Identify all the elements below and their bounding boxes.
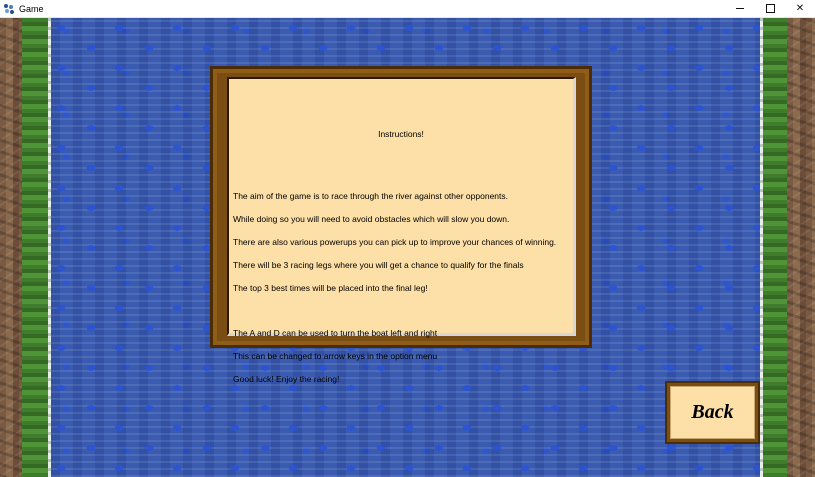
title-bar: Game ✕ [0,0,815,18]
left-grass-strip [22,18,48,477]
instructions-title: Instructions! [378,129,424,139]
instruction-line: The A and D can be used to turn the boat… [233,328,438,339]
instructions-body: The aim of the game is to race through t… [233,180,578,397]
right-grass-strip [763,18,787,477]
instruction-line: While doing so you will need to avoid ob… [233,214,510,225]
instruction-line: Good luck! Enjoy the racing! [233,373,340,384]
minimize-icon [736,8,744,9]
instruction-line: There are also various powerups you can … [233,237,557,248]
close-icon: ✕ [795,3,805,14]
maximize-button[interactable] [755,0,785,18]
minimize-button[interactable] [725,0,755,18]
back-button-label: Back [670,386,755,439]
instructions-frame: Instructions! The aim of the game is to … [210,66,592,384]
instructions-panel: Instructions! The aim of the game is to … [227,77,576,384]
instruction-line: There will be 3 racing legs where you wi… [233,259,524,270]
back-button[interactable]: Back [665,381,760,444]
instruction-line: This can be changed to arrow keys in the… [233,351,438,362]
game-window: Game ✕ Instructions! The aim of the game… [0,0,815,477]
close-button[interactable]: ✕ [785,0,815,18]
right-riverbank [787,18,815,477]
game-canvas: Instructions! The aim of the game is to … [0,18,815,477]
maximize-icon [765,4,775,13]
instruction-line: The top 3 best times will be placed into… [233,282,428,293]
game-app-icon [4,3,14,14]
instruction-line: The aim of the game is to race through t… [233,191,508,202]
window-title: Game [19,3,44,14]
